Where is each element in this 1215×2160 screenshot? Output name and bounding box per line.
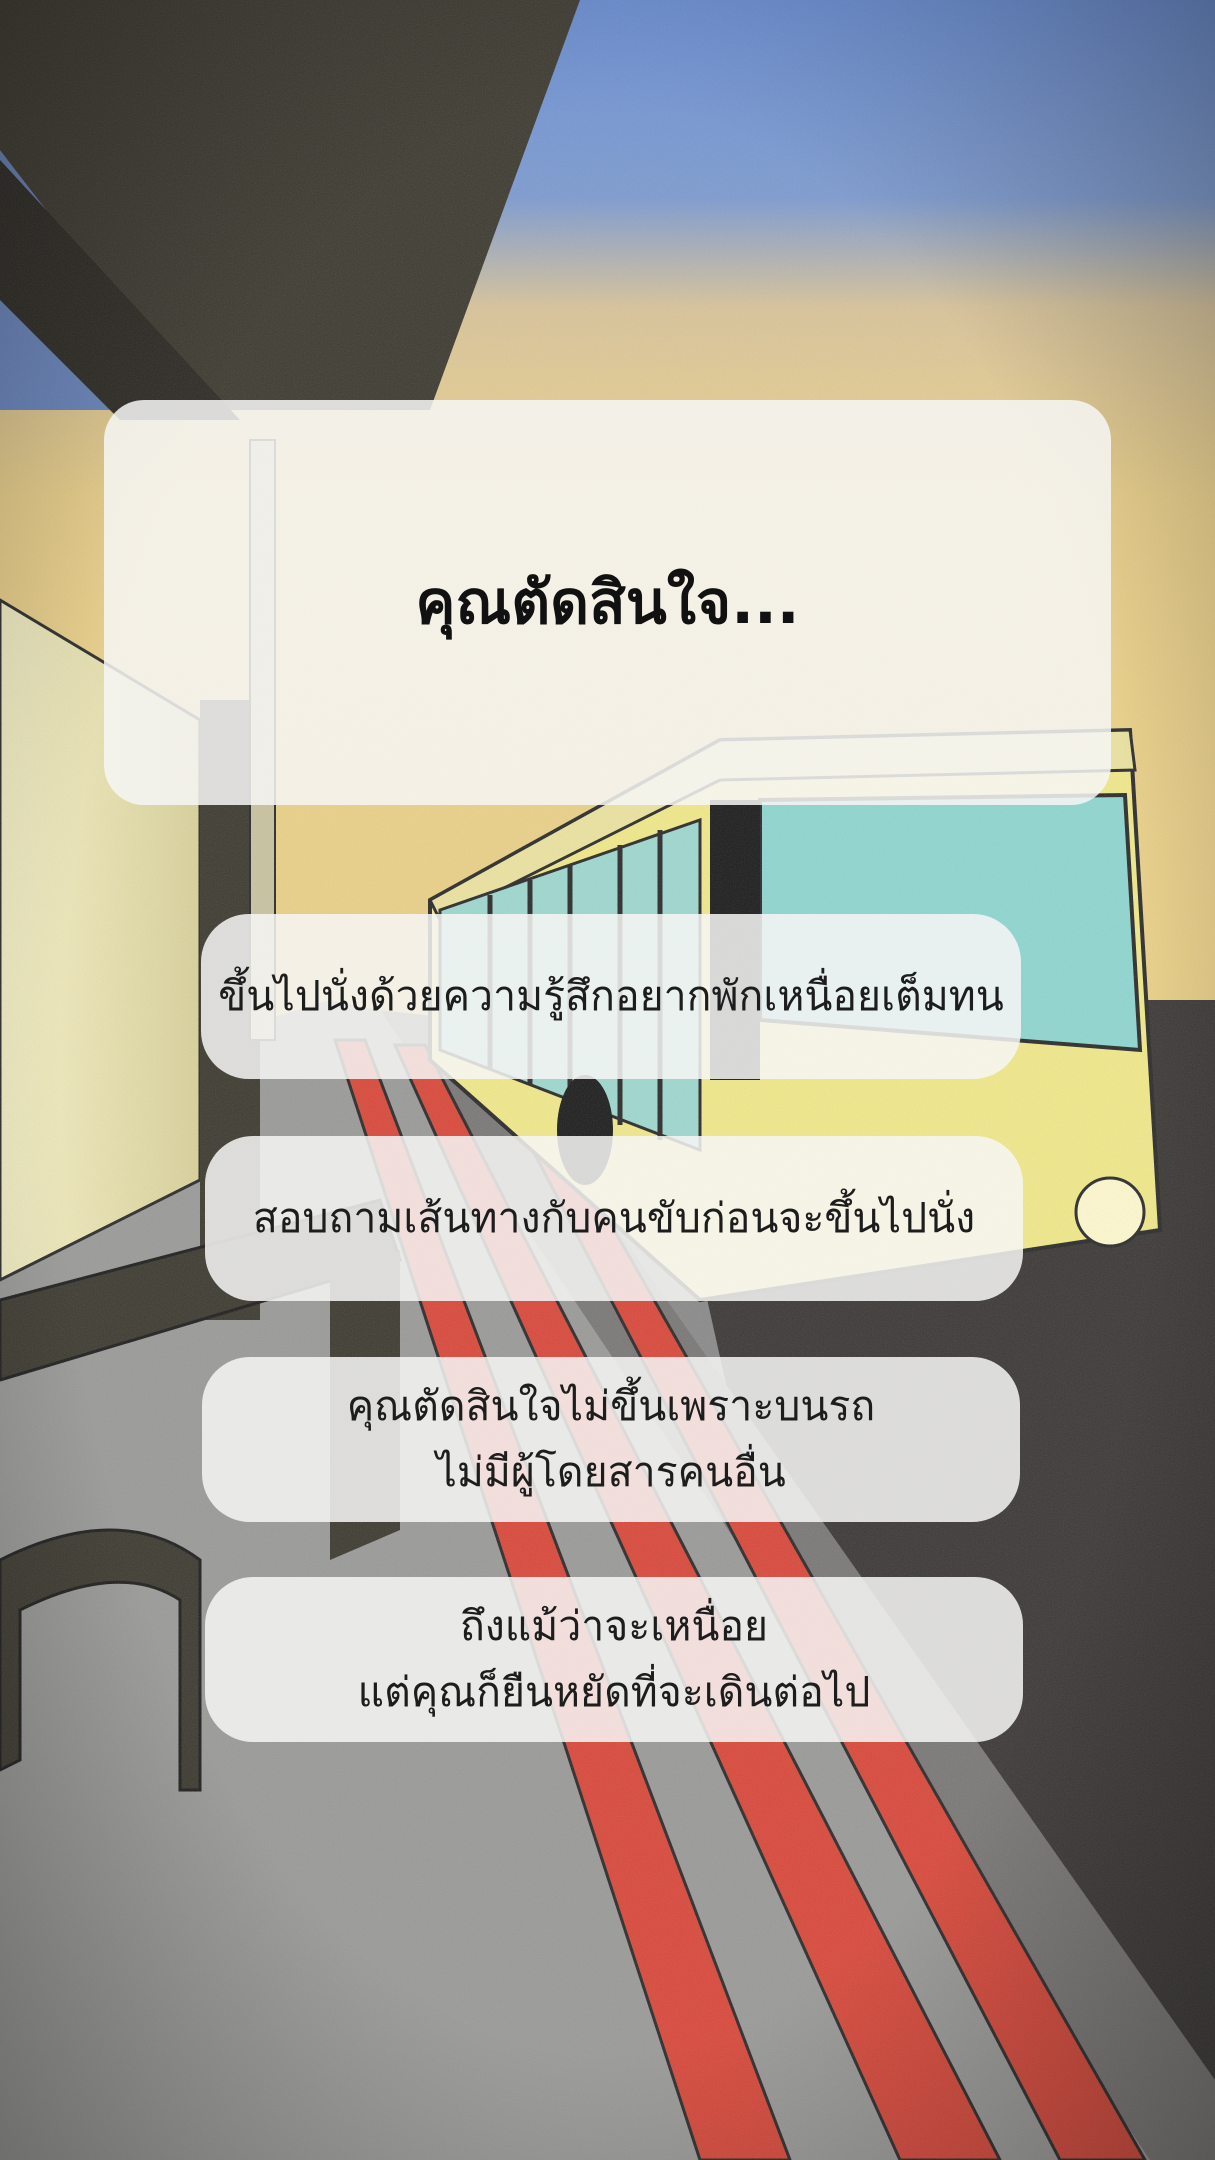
- choice-button-4[interactable]: ถึงแม้ว่าจะเหนื่อย แต่คุณก็ยืนหยัดที่จะเ…: [205, 1577, 1023, 1742]
- choice-4-line-1: ถึงแม้ว่าจะเหนื่อย: [459, 1601, 769, 1650]
- choice-3-line-1: คุณตัดสินใจไม่ขึ้นเพราะบนรถ: [346, 1381, 876, 1430]
- question-text: คุณตัดสินใจ...: [415, 568, 800, 638]
- choice-1-line-1: ขึ้นไปนั่งด้วยความรู้สึกอยากพักเหนื่อยเต…: [218, 971, 1004, 1020]
- choice-button-3[interactable]: คุณตัดสินใจไม่ขึ้นเพราะบนรถ ไม่มีผู้โดยส…: [202, 1357, 1020, 1522]
- choice-2-line-1: สอบถามเส้นทางกับคนขับก่อนจะขึ้นไปนั่ง: [252, 1193, 976, 1242]
- choice-button-1[interactable]: ขึ้นไปนั่งด้วยความรู้สึกอยากพักเหนื่อยเต…: [201, 914, 1021, 1079]
- choice-3-line-2: ไม่มีผู้โดยสารคนอื่น: [436, 1447, 786, 1496]
- choice-4-line-2: แต่คุณก็ยืนหยัดที่จะเดินต่อไป: [357, 1667, 871, 1716]
- question-panel: คุณตัดสินใจ...: [104, 400, 1111, 805]
- background-scene: [0, 0, 1215, 2160]
- choice-button-2[interactable]: สอบถามเส้นทางกับคนขับก่อนจะขึ้นไปนั่ง: [205, 1136, 1023, 1301]
